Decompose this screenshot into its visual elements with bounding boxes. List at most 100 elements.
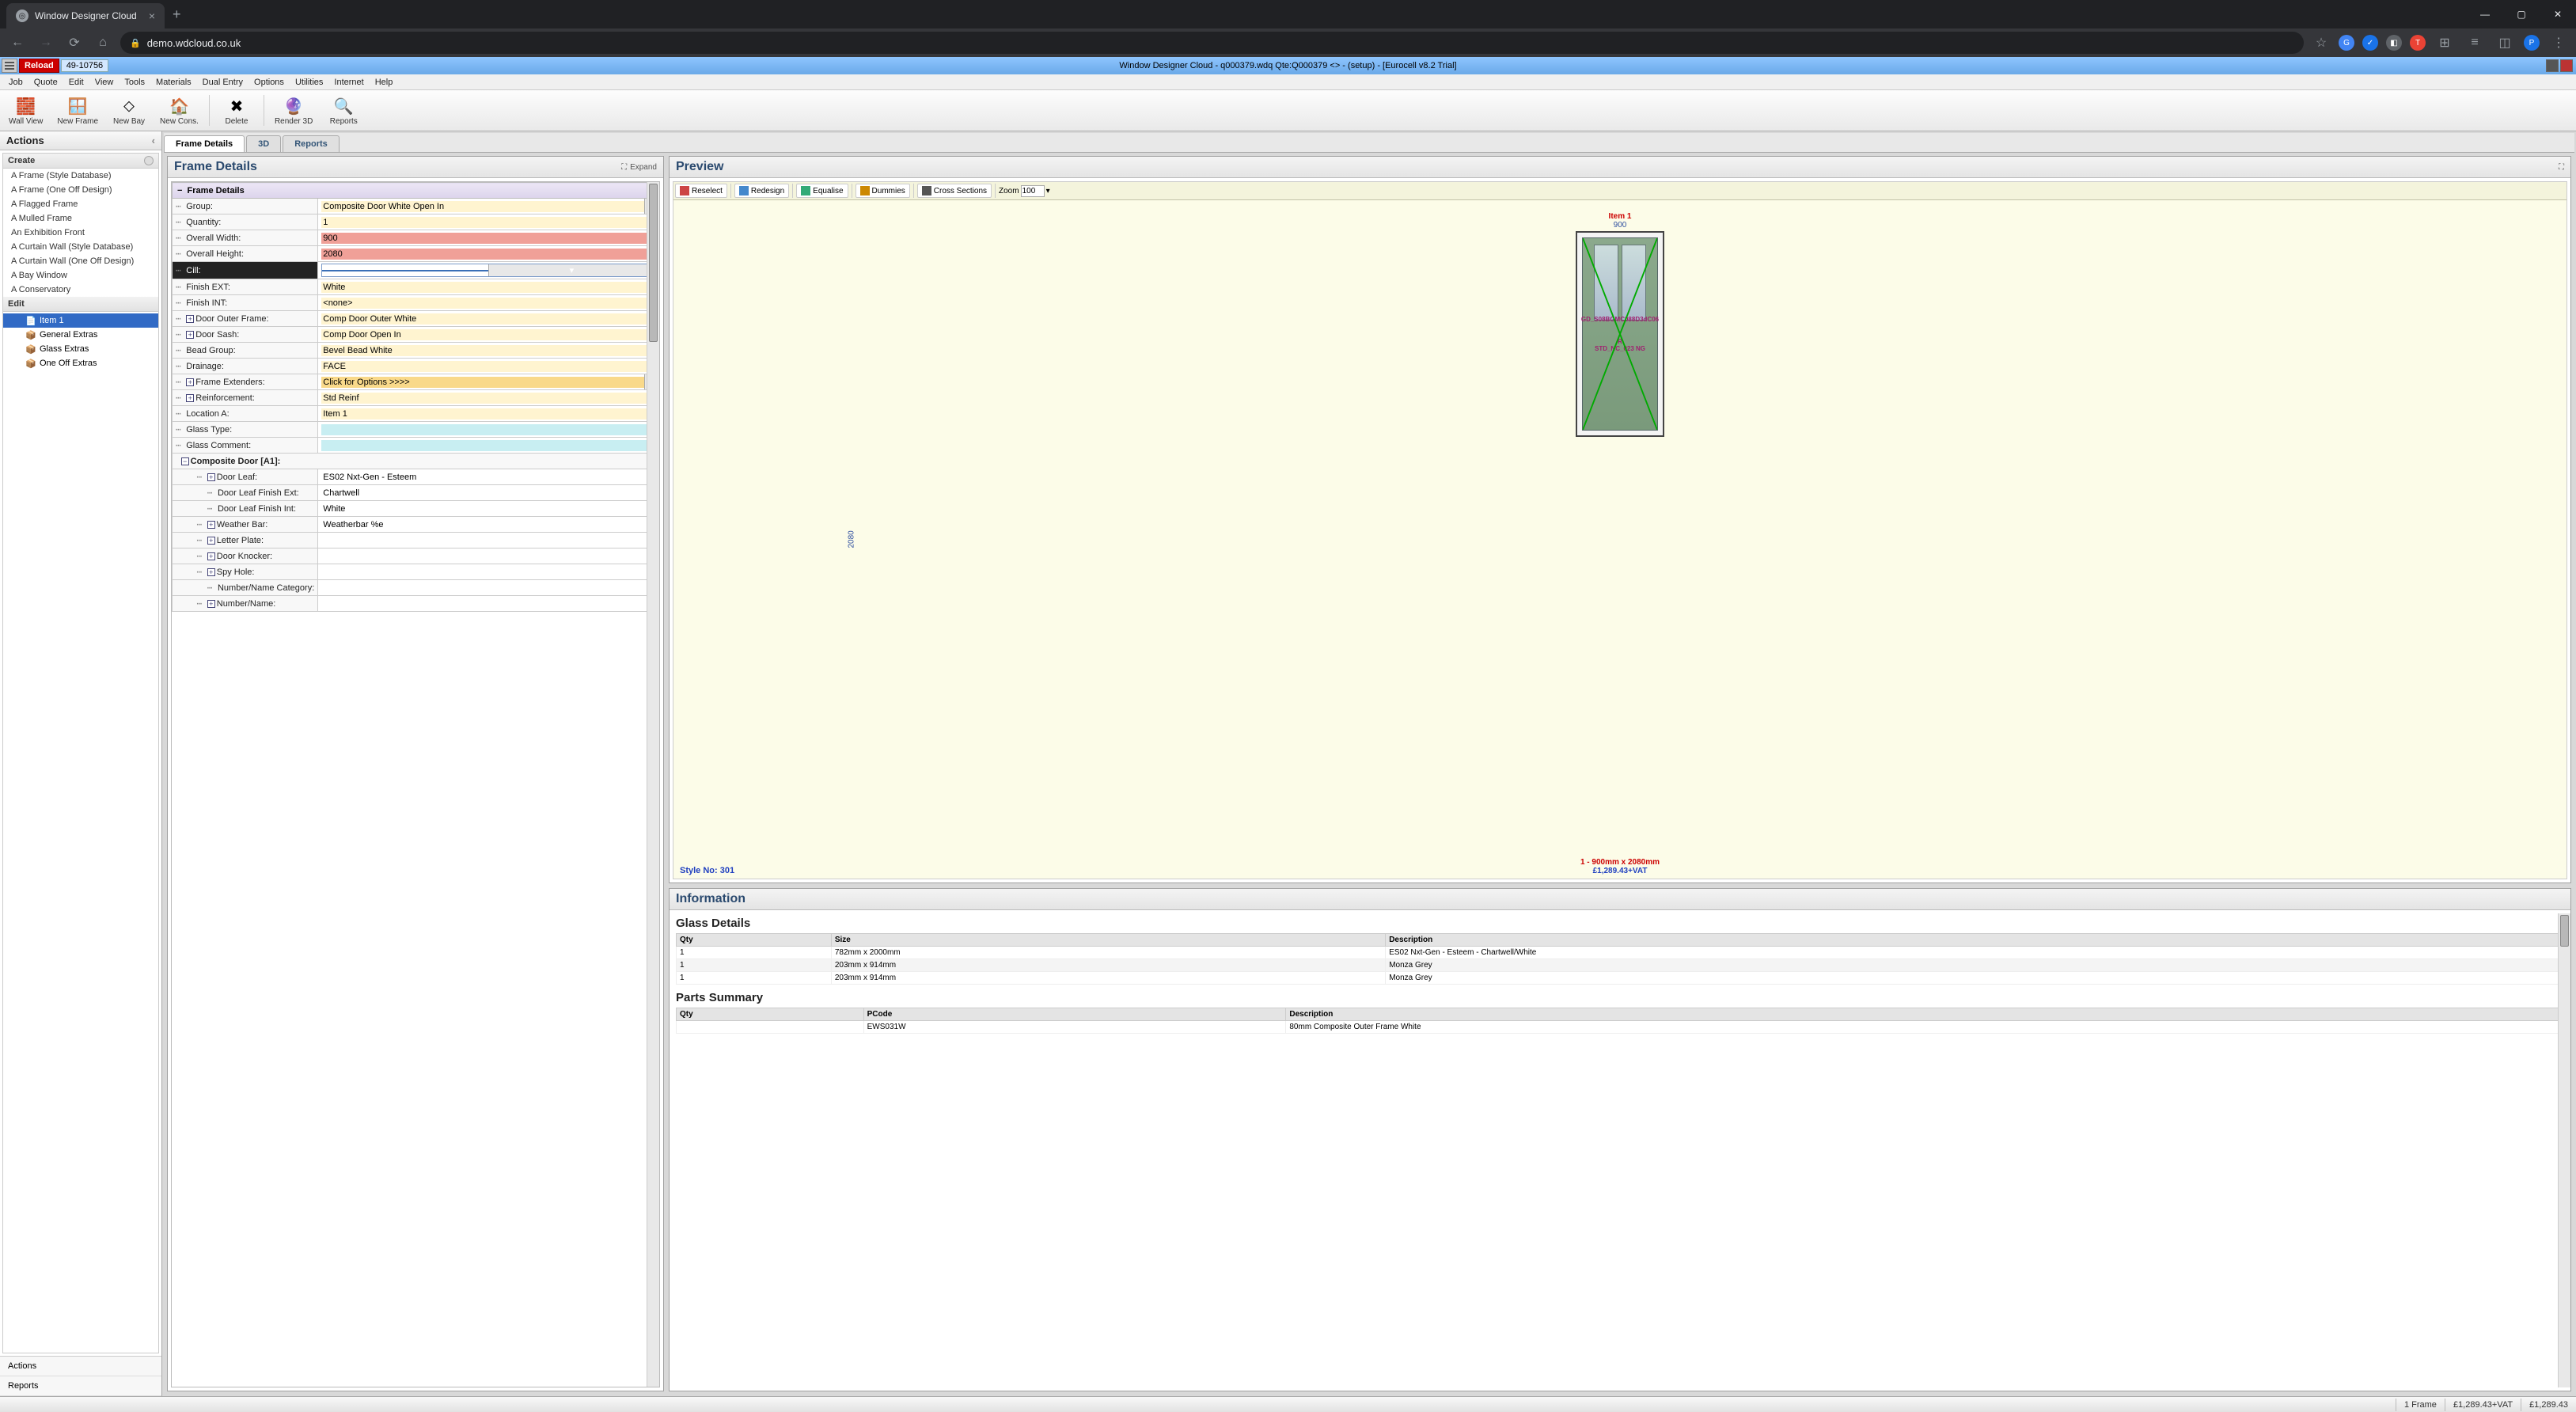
- tab-reports[interactable]: Reports: [283, 135, 340, 152]
- create-a-frame-style-database-[interactable]: A Frame (Style Database): [3, 169, 158, 183]
- new-bay-button[interactable]: ⬦New Bay: [107, 92, 151, 129]
- expand-icon[interactable]: +: [186, 315, 194, 323]
- sidebar-footer-reports[interactable]: Reports: [0, 1376, 161, 1396]
- wall-view-button[interactable]: 🧱Wall View: [3, 92, 48, 129]
- prop-input[interactable]: [321, 393, 655, 404]
- prop-value[interactable]: ▾: [318, 262, 659, 279]
- menu-options[interactable]: Options: [248, 76, 290, 89]
- prop-input[interactable]: [321, 298, 655, 309]
- sidebar-edit-header[interactable]: Edit: [3, 297, 158, 312]
- menu-materials[interactable]: Materials: [150, 76, 197, 89]
- prop-input[interactable]: [321, 408, 655, 419]
- tab-frame-details[interactable]: Frame Details: [164, 135, 245, 152]
- tree-item-one-off-extras[interactable]: 📦One Off Extras: [3, 356, 158, 370]
- new-cons-button[interactable]: 🏠New Cons.: [154, 92, 204, 129]
- extensions-button[interactable]: ⊞: [2434, 32, 2456, 54]
- window-maximize-button[interactable]: ▢: [2503, 0, 2540, 28]
- zoom-dropdown-icon[interactable]: ▾: [1046, 187, 1050, 195]
- browser-tab[interactable]: ◎ Window Designer Cloud ×: [6, 3, 165, 28]
- window-minimize-button[interactable]: —: [2467, 0, 2503, 28]
- create-a-conservatory[interactable]: A Conservatory: [3, 283, 158, 297]
- menu-dual-entry[interactable]: Dual Entry: [197, 76, 248, 89]
- expand-icon[interactable]: +: [207, 473, 215, 481]
- prop-input[interactable]: [321, 313, 655, 325]
- ext-icon-1[interactable]: G: [2339, 35, 2354, 51]
- menu-utilities[interactable]: Utilities: [290, 76, 328, 89]
- prop-value[interactable]: [318, 485, 659, 501]
- preview-expand-button[interactable]: ⛶: [2559, 163, 2564, 172]
- menu-quote[interactable]: Quote: [28, 76, 63, 89]
- sidebar-collapse-icon[interactable]: ‹: [152, 135, 155, 146]
- expand-icon[interactable]: +: [207, 568, 215, 576]
- prop-input[interactable]: [321, 233, 655, 244]
- prop-value[interactable]: [318, 406, 659, 422]
- prop-input[interactable]: [321, 472, 655, 483]
- expand-icon[interactable]: +: [207, 521, 215, 529]
- prop-value[interactable]: [318, 343, 659, 359]
- prop-value[interactable]: [318, 214, 659, 230]
- preview-dummies-button[interactable]: Dummies: [856, 184, 910, 198]
- reading-list-icon[interactable]: ≡: [2464, 32, 2486, 54]
- prop-value[interactable]: [318, 469, 659, 485]
- create-an-exhibition-front[interactable]: An Exhibition Front: [3, 226, 158, 240]
- prop-input[interactable]: [321, 535, 655, 546]
- tree-item-item-1[interactable]: 📄Item 1: [3, 313, 158, 328]
- prop-value[interactable]: [318, 501, 659, 517]
- nav-reload-button[interactable]: ⟳: [63, 32, 85, 54]
- bookmark-star-icon[interactable]: ☆: [2310, 32, 2332, 54]
- prop-value[interactable]: [318, 230, 659, 246]
- section-toggle-icon[interactable]: [144, 156, 154, 165]
- app-minimize-button[interactable]: [2546, 59, 2559, 72]
- prop-input[interactable]: [321, 361, 655, 372]
- create-a-flagged-frame[interactable]: A Flagged Frame: [3, 197, 158, 211]
- profile-avatar[interactable]: P: [2524, 35, 2540, 51]
- prop-value[interactable]: [318, 295, 659, 311]
- prop-input[interactable]: [321, 583, 655, 594]
- prop-input[interactable]: [321, 345, 655, 356]
- dropdown-icon[interactable]: ▾: [488, 264, 654, 276]
- expand-icon[interactable]: +: [207, 552, 215, 560]
- tab-close-icon[interactable]: ×: [149, 9, 155, 22]
- prop-value[interactable]: [318, 596, 659, 612]
- prop-input[interactable]: [321, 329, 655, 340]
- app-reload-button[interactable]: Reload: [19, 59, 59, 73]
- prop-input[interactable]: [321, 440, 655, 451]
- app-close-button[interactable]: [2560, 59, 2573, 72]
- tree-item-general-extras[interactable]: 📦General Extras: [3, 328, 158, 342]
- create-a-bay-window[interactable]: A Bay Window: [3, 268, 158, 283]
- create-a-curtain-wall-one-off-design-[interactable]: A Curtain Wall (One Off Design): [3, 254, 158, 268]
- prop-input[interactable]: [321, 519, 655, 530]
- menu-view[interactable]: View: [89, 76, 120, 89]
- prop-value[interactable]: [318, 279, 659, 295]
- menu-job[interactable]: Job: [3, 76, 28, 89]
- prop-value[interactable]: [318, 311, 659, 327]
- app-hamburger-button[interactable]: [2, 59, 17, 73]
- sidebar-create-header[interactable]: Create: [3, 154, 158, 169]
- create-a-mulled-frame[interactable]: A Mulled Frame: [3, 211, 158, 226]
- ext-icon-4[interactable]: T: [2410, 35, 2426, 51]
- nav-home-button[interactable]: ⌂: [92, 32, 114, 54]
- prop-value[interactable]: [318, 580, 659, 596]
- prop-input[interactable]: [321, 377, 655, 388]
- menu-edit[interactable]: Edit: [63, 76, 89, 89]
- expand-icon[interactable]: +: [207, 600, 215, 608]
- side-panel-icon[interactable]: ◫: [2494, 32, 2516, 54]
- prop-value[interactable]: …: [318, 374, 659, 390]
- preview-reselect-button[interactable]: Reselect: [675, 184, 727, 198]
- prop-value[interactable]: [318, 533, 659, 548]
- collapse-icon[interactable]: −: [181, 457, 189, 465]
- prop-value[interactable]: [318, 422, 659, 438]
- sidebar-footer-actions[interactable]: Actions: [0, 1357, 161, 1376]
- prop-input[interactable]: [321, 282, 655, 293]
- delete-button[interactable]: ✖Delete: [214, 92, 259, 129]
- expand-icon[interactable]: +: [186, 394, 194, 402]
- prop-value[interactable]: [318, 390, 659, 406]
- new-tab-button[interactable]: +: [165, 6, 189, 23]
- prop-input[interactable]: [321, 249, 655, 260]
- prop-value[interactable]: [318, 327, 659, 343]
- prop-value[interactable]: [318, 359, 659, 374]
- ext-icon-2[interactable]: ✓: [2362, 35, 2378, 51]
- prop-value[interactable]: [318, 517, 659, 533]
- menu-tools[interactable]: Tools: [119, 76, 150, 89]
- menu-internet[interactable]: Internet: [328, 76, 369, 89]
